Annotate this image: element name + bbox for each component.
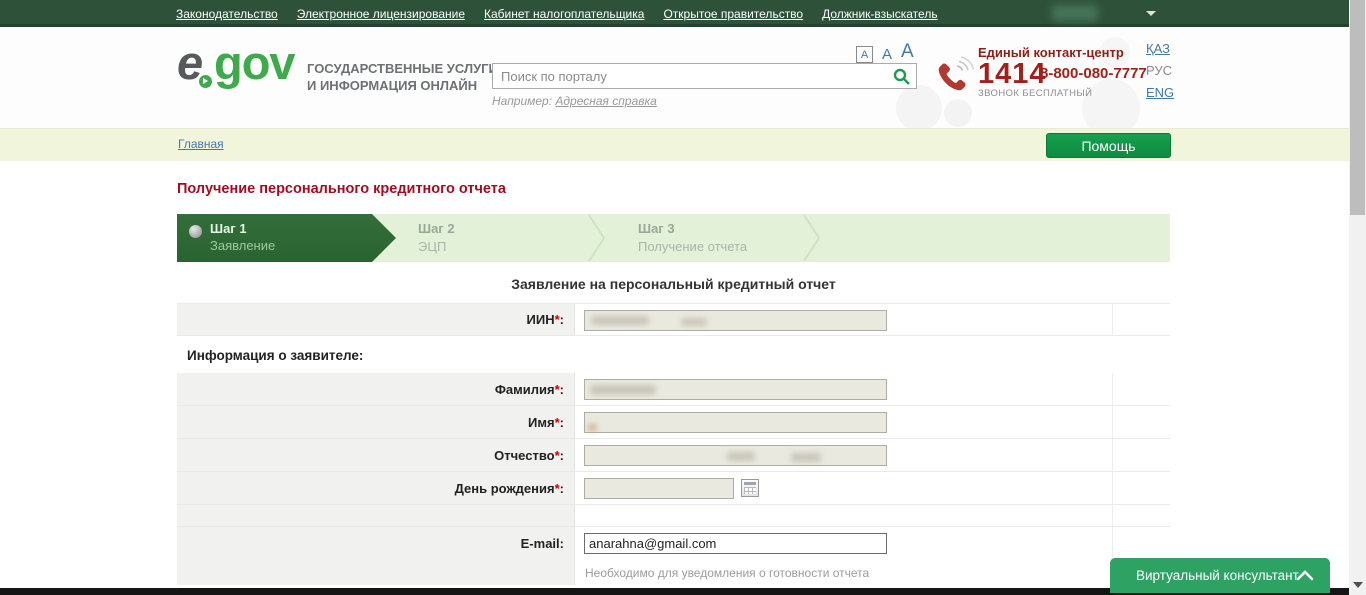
name-input [584, 412, 887, 433]
applicant-section-header: Информация о заявителе: [177, 337, 1170, 373]
redacted-username [1052, 5, 1098, 21]
email-input[interactable] [584, 533, 887, 554]
step-icon [189, 225, 202, 238]
nav-link-legislation[interactable]: Законодательство [176, 7, 278, 21]
calendar-icon[interactable] [741, 479, 759, 497]
contact-long-number: 8-800-080-7777 [1040, 65, 1147, 82]
phone-icon [932, 53, 976, 97]
iin-input [584, 310, 887, 331]
patronymic-input [584, 445, 887, 466]
form-row-birthday: День рождения*: [177, 472, 1170, 505]
top-navigation-bar: Законодательство Электронное лицензирова… [0, 0, 1349, 27]
page-title: Получение персонального кредитного отчет… [177, 181, 506, 197]
virtual-consultant-bar[interactable]: Виртуальный консультант [1110, 558, 1330, 593]
contact-short-number: 1414 [978, 58, 1047, 91]
redacted-value [591, 316, 649, 325]
lang-eng-link[interactable]: ENG [1146, 85, 1174, 100]
search-input[interactable] [493, 64, 891, 88]
step-separator-chevron-icon [587, 214, 607, 262]
font-size-small-button[interactable]: A [856, 46, 873, 63]
form-title: Заявление на персональный кредитный отче… [177, 276, 1170, 292]
lang-kaz-link[interactable]: ҚАЗ [1146, 41, 1174, 56]
nav-link-open-government[interactable]: Открытое правительство [663, 7, 803, 21]
search-example-link[interactable]: Адресная справка [555, 94, 656, 108]
logo-tagline: ГОСУДАРСТВЕННЫЕ УСЛУГИ И ИНФОРМАЦИЯ ОНЛА… [307, 60, 498, 94]
form-row-spacer [177, 505, 1170, 527]
egov-logo-gov[interactable]: gov [214, 39, 295, 86]
email-note: Необходимо для уведомления о готовности … [585, 566, 869, 580]
step-separator-chevron-icon [802, 214, 822, 262]
redacted-value [791, 453, 821, 462]
form-row-email-note: Необходимо для уведомления о готовности … [177, 560, 1170, 585]
help-button[interactable]: Помощь [1046, 133, 1171, 158]
decor-circle [944, 99, 972, 127]
dropdown-caret-icon[interactable] [1146, 11, 1156, 16]
breadcrumb-home-link[interactable]: Главная [178, 137, 224, 151]
step-1-active: Шаг 1 Заявление [177, 214, 397, 262]
nav-link-taxpayer-cabinet[interactable]: Кабинет налогоплательщика [484, 7, 644, 21]
font-size-medium-button[interactable]: A [882, 46, 892, 63]
font-size-controls: A A A [856, 35, 918, 63]
font-size-large-button[interactable]: A [901, 41, 914, 63]
redacted-value [727, 452, 755, 461]
form-row-patronymic: Отчество*: [177, 439, 1170, 472]
portal-search [492, 63, 917, 89]
form-row-surname: Фамилия*: [177, 373, 1170, 406]
form-row-email: E-mail: [177, 527, 1170, 560]
language-switcher: ҚАЗ РУС ENG [1146, 41, 1174, 100]
search-example: Например: Адресная справка [492, 94, 657, 108]
scrollbar[interactable] [1349, 0, 1366, 595]
chevron-up-icon [1296, 569, 1314, 581]
top-nav-links: Законодательство Электронное лицензирова… [176, 0, 938, 27]
redacted-value [588, 424, 597, 431]
surname-input [584, 379, 887, 400]
search-icon[interactable] [893, 68, 910, 85]
scrollbar-thumb[interactable] [1350, 0, 1365, 215]
virtual-consultant-label: Виртуальный консультант [1136, 568, 1299, 583]
contact-free-call-note: ЗВОНОК БЕСПЛАТНЫЙ [978, 88, 1092, 99]
breadcrumb-bar: Главная Помощь [0, 128, 1349, 161]
wizard-steps: Шаг 1 Заявление Шаг 2 ЭЦП Шаг 3 Получени… [177, 214, 1170, 262]
redacted-value [681, 318, 707, 326]
egov-logo-dot-icon [199, 75, 212, 88]
nav-link-e-licensing[interactable]: Электронное лицензирование [297, 7, 465, 21]
form-row-name: Имя*: [177, 406, 1170, 439]
lang-rus-link[interactable]: РУС [1146, 63, 1174, 78]
nav-link-debtor[interactable]: Должник-взыскатель [822, 7, 937, 21]
header: e gov ГОСУДАРСТВЕННЫЕ УСЛУГИ И ИНФОРМАЦИ… [0, 27, 1349, 128]
form-row-iin: ИИН*: [177, 303, 1170, 336]
birthday-input [584, 478, 734, 499]
page: Законодательство Электронное лицензирова… [0, 0, 1366, 595]
scroll-down-icon[interactable] [1353, 582, 1363, 588]
step-3: Шаг 3 Получение отчета [638, 221, 747, 254]
redacted-value [590, 385, 656, 395]
step-2: Шаг 2 ЭЦП [418, 221, 455, 254]
